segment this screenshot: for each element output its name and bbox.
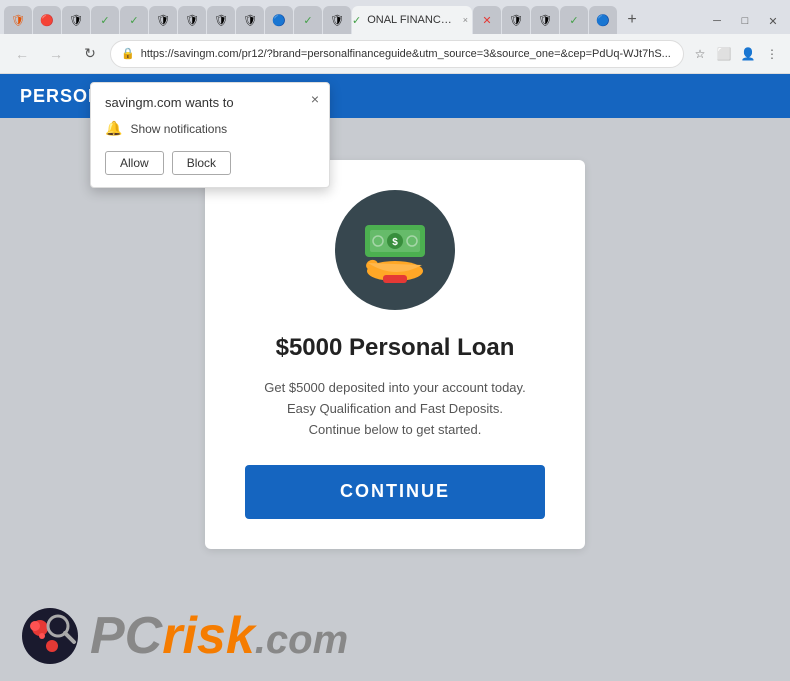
continue-button[interactable]: CONTINUE <box>245 465 545 519</box>
new-tab-button[interactable]: + <box>618 6 646 34</box>
tab-1[interactable]: 🛡 <box>4 6 32 34</box>
forward-button[interactable]: → <box>42 40 70 68</box>
maximize-button[interactable]: □ <box>732 8 758 34</box>
minimize-button[interactable]: ─ <box>704 8 730 34</box>
popup-buttons: Allow Block <box>105 151 315 175</box>
window-controls: ─ □ ✕ <box>704 8 786 34</box>
tab-18[interactable]: 🔵 <box>589 6 617 34</box>
profile-icon[interactable]: 👤 <box>738 44 758 64</box>
popup-close-button[interactable]: × <box>311 91 319 107</box>
notification-popup: × savingm.com wants to 🔔 Show notificati… <box>90 82 330 188</box>
pcrisk-com: .com <box>255 618 348 662</box>
money-hand-icon: $ <box>350 215 440 285</box>
pcrisk-risk: risk <box>162 607 255 665</box>
menu-icon[interactable]: ⋮ <box>762 44 782 64</box>
tab-15[interactable]: 🛡 <box>502 6 530 34</box>
tab-17[interactable]: ✓ <box>560 6 588 34</box>
card-title: $5000 Personal Loan <box>276 334 515 362</box>
block-button[interactable]: Block <box>172 151 231 175</box>
tab-11[interactable]: ✓ <box>294 6 322 34</box>
url-text: https://savingm.com/pr12/?brand=personal… <box>141 48 673 60</box>
content-card: $ <box>205 160 585 548</box>
tab-9[interactable]: 🛡 <box>236 6 264 34</box>
active-tab-label: ONAL FINANCE GUIDE <box>361 14 459 26</box>
tab-7[interactable]: 🛡 <box>178 6 206 34</box>
pcrisk-ball-icon <box>20 606 80 666</box>
popup-notification-text: Show notifications <box>130 122 227 136</box>
tab-3[interactable]: 🛡 <box>62 6 90 34</box>
back-button[interactable]: ← <box>8 40 36 68</box>
address-bar-row: ← → ↻ 🔒 https://savingm.com/pr12/?brand=… <box>0 34 790 74</box>
pcrisk-footer: PCrisk.com <box>0 591 790 681</box>
svg-text:$: $ <box>392 237 398 248</box>
tab-12[interactable]: 🛡 <box>323 6 351 34</box>
card-desc-line1: Get $5000 deposited into your account to… <box>264 380 525 395</box>
loan-icon-circle: $ <box>335 190 455 310</box>
popup-notification-row: 🔔 Show notifications <box>105 120 315 137</box>
browser-frame: 🛡 🔴 🛡 ✓ ✓ 🛡 🛡 🛡 🛡 🔵 ✓ <box>0 0 790 681</box>
allow-button[interactable]: Allow <box>105 151 164 175</box>
card-desc-line2: Easy Qualification and Fast Deposits. <box>287 401 503 416</box>
pcrisk-pc: PC <box>90 607 162 665</box>
address-actions: ☆ ⬜ 👤 ⋮ <box>690 44 782 64</box>
card-desc-line3: Continue below to get started. <box>309 422 482 437</box>
tab-4[interactable]: ✓ <box>91 6 119 34</box>
tabs-row: 🛡 🔴 🛡 ✓ ✓ 🛡 🛡 🛡 🛡 🔵 ✓ <box>0 0 790 34</box>
pcrisk-text-logo: PCrisk.com <box>90 606 348 666</box>
tab-8[interactable]: 🛡 <box>207 6 235 34</box>
tab-14[interactable]: ✕ <box>473 6 501 34</box>
bell-icon: 🔔 <box>105 120 122 137</box>
bookmark-icon[interactable]: ☆ <box>690 44 710 64</box>
reload-button[interactable]: ↻ <box>76 40 104 68</box>
tab-16[interactable]: 🛡 <box>531 6 559 34</box>
popup-title: savingm.com wants to <box>105 95 315 110</box>
site-body: $ <box>0 118 790 591</box>
card-description: Get $5000 deposited into your account to… <box>264 378 525 440</box>
tab-active[interactable]: ✓ ONAL FINANCE GUIDE × <box>352 6 472 34</box>
close-button[interactable]: ✕ <box>760 8 786 34</box>
tab-5[interactable]: ✓ <box>120 6 148 34</box>
page-content: PERSONAL FINANCE GUIDE $ <box>0 74 790 681</box>
lock-icon: 🔒 <box>121 47 135 60</box>
tab-2[interactable]: 🔴 <box>33 6 61 34</box>
tab-10[interactable]: 🔵 <box>265 6 293 34</box>
tab-6[interactable]: 🛡 <box>149 6 177 34</box>
address-bar[interactable]: 🔒 https://savingm.com/pr12/?brand=person… <box>110 40 684 68</box>
tab-close-active[interactable]: × <box>459 15 472 25</box>
extension-icon[interactable]: ⬜ <box>714 44 734 64</box>
